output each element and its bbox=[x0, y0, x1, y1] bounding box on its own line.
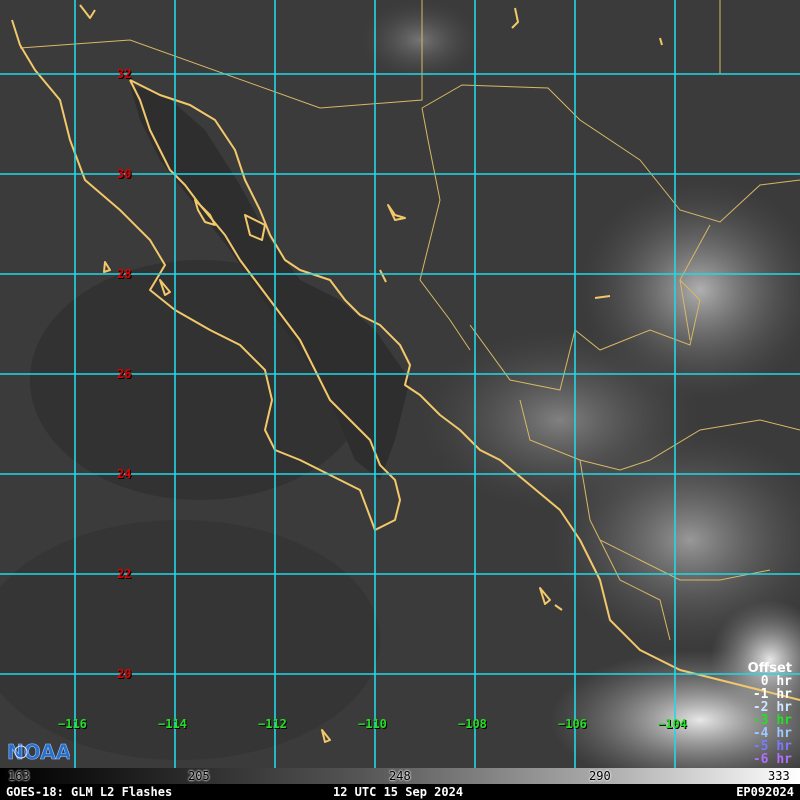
lat-label-26: 26 bbox=[117, 367, 132, 381]
lon-label-112: −112 bbox=[258, 717, 287, 731]
lat-label-28: 28 bbox=[117, 267, 132, 281]
lon-label-114: −114 bbox=[158, 717, 187, 731]
colorbar-tick-3: 290 bbox=[589, 769, 611, 783]
lon-label-110: −110 bbox=[358, 717, 387, 731]
colorbar-tick-0: 163 bbox=[8, 769, 30, 783]
lon-label-104: −104 bbox=[658, 717, 687, 731]
offset-entry-6: -6 hr bbox=[752, 752, 792, 767]
colorbar-tick-4: 333 bbox=[768, 769, 790, 783]
colorbar-tick-2: 248 bbox=[389, 769, 411, 783]
footer-product: GOES-18: GLM L2 Flashes bbox=[6, 785, 173, 799]
footer-timestamp: 12 UTC 15 Sep 2024 bbox=[333, 785, 464, 799]
satellite-map bbox=[0, 0, 800, 768]
svg-text:NOAA: NOAA bbox=[7, 740, 70, 764]
lon-label-106: −106 bbox=[558, 717, 587, 731]
lon-label-108: −108 bbox=[458, 717, 487, 731]
offset-legend: Offset 0 hr -1 hr -2 hr -3 hr -4 hr -5 h… bbox=[748, 662, 792, 766]
noaa-logo-icon: NOAA bbox=[7, 740, 70, 765]
colorbar-tick-1: 205 bbox=[188, 769, 210, 783]
lat-label-20: 20 bbox=[117, 667, 132, 681]
lon-label-116: −116 bbox=[58, 717, 87, 731]
footer-bar: GOES-18: GLM L2 Flashes 12 UTC 15 Sep 20… bbox=[0, 784, 800, 800]
lat-label-22: 22 bbox=[117, 567, 132, 581]
lat-label-32: 32 bbox=[117, 67, 132, 81]
lat-label-24: 24 bbox=[117, 467, 132, 481]
lat-label-30: 30 bbox=[117, 167, 132, 181]
footer-storm-id: EP092024 bbox=[736, 785, 794, 799]
